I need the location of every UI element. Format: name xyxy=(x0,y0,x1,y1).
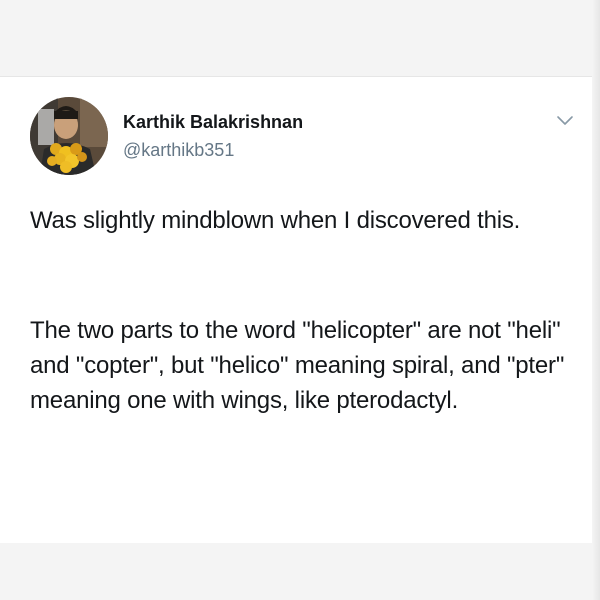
bottom-margin xyxy=(0,543,600,600)
right-edge xyxy=(592,0,600,600)
top-margin xyxy=(0,0,600,76)
author-handle[interactable]: @karthikb351 xyxy=(123,140,234,161)
avatar-photo xyxy=(30,97,108,175)
chevron-down-icon[interactable] xyxy=(556,113,574,127)
tweet-text-paragraph-2: The two parts to the word "helicopter" a… xyxy=(30,317,565,414)
tweet-card: Karthik Balakrishnan @karthikb351 Was sl… xyxy=(0,76,592,545)
tweet-text-paragraph-1: Was slightly mindblown when I discovered… xyxy=(30,207,521,234)
author-display-name[interactable]: Karthik Balakrishnan xyxy=(123,112,303,133)
avatar[interactable] xyxy=(30,97,108,175)
